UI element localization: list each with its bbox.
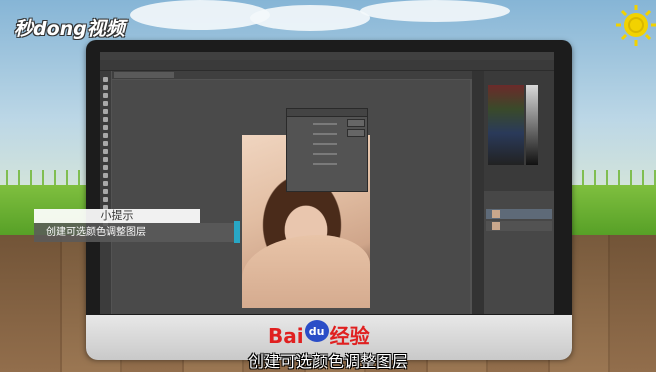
layer-thumbnail [492, 210, 500, 218]
dialog-title-bar[interactable] [287, 109, 367, 117]
cloud [360, 0, 510, 22]
cloud [130, 0, 270, 30]
watermark-logo: 秒dong视频 [14, 18, 125, 40]
dialog-slider[interactable] [313, 143, 337, 145]
menu-bar[interactable] [100, 52, 554, 60]
layer-thumbnail [492, 222, 500, 230]
tip-title: 小提示 [34, 209, 200, 223]
layers-panel [484, 191, 554, 314]
tools-panel[interactable] [100, 71, 111, 314]
color-picker[interactable] [488, 85, 524, 165]
brightness-strip[interactable] [526, 85, 538, 165]
adjustment-dialog [286, 108, 368, 192]
gradient-tool-icon[interactable] [103, 165, 108, 170]
subtitle-caption: 创建可选颜色调整图层 [247, 352, 408, 371]
brand-du: du [304, 320, 329, 342]
move-tool-icon[interactable] [103, 77, 108, 82]
dialog-cancel-button[interactable] [347, 129, 365, 137]
dialog-ok-button[interactable] [347, 119, 365, 127]
lasso-tool-icon[interactable] [103, 93, 108, 98]
quick-select-tool-icon[interactable] [103, 101, 108, 106]
document-tab[interactable] [114, 72, 174, 78]
history-brush-icon[interactable] [103, 149, 108, 154]
photo-shoulder [242, 235, 370, 308]
dialog-slider[interactable] [313, 133, 337, 135]
cloud [250, 5, 370, 31]
right-panels [472, 71, 554, 314]
eyedropper-tool-icon[interactable] [103, 117, 108, 122]
dialog-slider[interactable] [313, 163, 337, 165]
pen-tool-icon[interactable] [103, 189, 108, 194]
tip-accent-bar [234, 221, 240, 243]
stamp-tool-icon[interactable] [103, 141, 108, 146]
brand-part2: 经验 [329, 324, 370, 348]
baidu-jingyan-logo: Bai du 经验 [268, 320, 370, 349]
healing-tool-icon[interactable] [103, 125, 108, 130]
marquee-tool-icon[interactable] [103, 85, 108, 90]
sun-icon [616, 5, 656, 46]
layer-row[interactable] [486, 221, 552, 231]
photoshop-screen [100, 52, 554, 314]
options-bar[interactable] [100, 60, 554, 71]
blur-tool-icon[interactable] [103, 173, 108, 178]
tip-body: 创建可选颜色调整图层 [34, 223, 234, 242]
brand-part1: Bai [268, 324, 304, 348]
eraser-tool-icon[interactable] [103, 157, 108, 162]
document-tab-bar [112, 71, 472, 79]
dodge-tool-icon[interactable] [103, 181, 108, 186]
panel-icon-strip[interactable] [472, 71, 484, 314]
brush-tool-icon[interactable] [103, 133, 108, 138]
dialog-slider[interactable] [313, 123, 337, 125]
dialog-slider[interactable] [313, 153, 337, 155]
crop-tool-icon[interactable] [103, 109, 108, 114]
type-tool-icon[interactable] [103, 197, 108, 202]
layer-row[interactable] [486, 209, 552, 219]
